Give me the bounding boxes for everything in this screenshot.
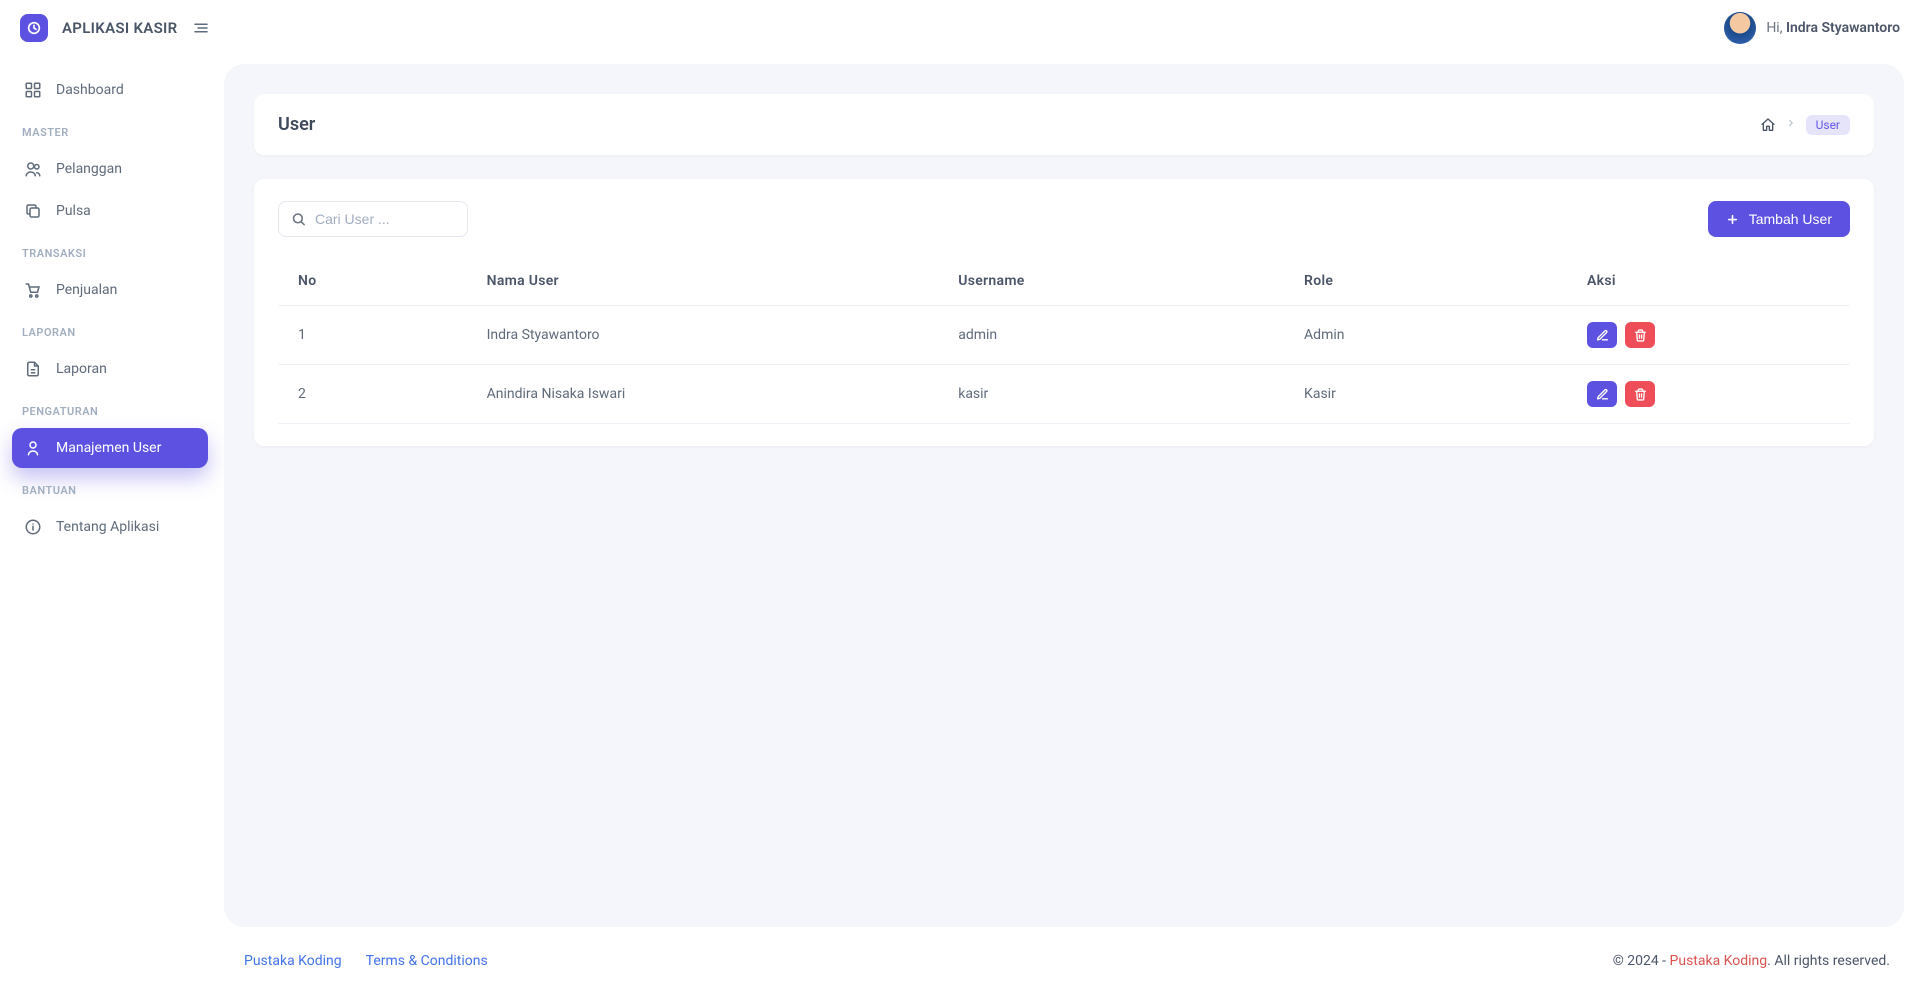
info-icon — [24, 518, 42, 536]
sidebar-item-tentang[interactable]: Tentang Aplikasi — [12, 507, 208, 547]
page-title: User — [278, 114, 315, 135]
copy-icon — [24, 202, 42, 220]
add-user-button-label: Tambah User — [1749, 211, 1832, 227]
sidebar-section-transaksi: TRANSAKSI — [12, 233, 208, 268]
table-header-nama: Nama User — [467, 257, 939, 306]
cell-username: admin — [938, 306, 1284, 365]
plus-icon — [1726, 213, 1739, 226]
sidebar-item-penjualan[interactable]: Penjualan — [12, 270, 208, 310]
cell-role: Kasir — [1284, 365, 1567, 424]
search-icon — [291, 212, 306, 227]
sidebar-item-label: Penjualan — [56, 282, 117, 298]
user-greeting: Hi, Indra Styawantoro — [1766, 20, 1900, 36]
home-icon[interactable] — [1760, 117, 1776, 133]
edit-button[interactable] — [1587, 322, 1617, 348]
delete-button[interactable] — [1625, 322, 1655, 348]
cell-no: 1 — [278, 306, 467, 365]
footer-link-pustaka[interactable]: Pustaka Koding — [244, 953, 342, 969]
sidebar-section-master: MASTER — [12, 112, 208, 147]
sidebar-section-pengaturan: PENGATURAN — [12, 391, 208, 426]
table-header-no: No — [278, 257, 467, 306]
sidebar-item-label: Manajemen User — [56, 440, 161, 456]
cell-nama: Indra Styawantoro — [467, 306, 939, 365]
sidebar-item-laporan[interactable]: Laporan — [12, 349, 208, 389]
add-user-button[interactable]: Tambah User — [1708, 201, 1850, 237]
avatar — [1724, 12, 1756, 44]
sidebar: Dashboard MASTER Pelanggan Pulsa TRANSAK… — [0, 56, 220, 935]
sidebar-item-label: Pelanggan — [56, 161, 122, 177]
table-header-role: Role — [1284, 257, 1567, 306]
delete-button[interactable] — [1625, 381, 1655, 407]
app-logo — [20, 14, 48, 42]
file-icon — [24, 360, 42, 378]
footer-link-terms[interactable]: Terms & Conditions — [366, 953, 488, 969]
sidebar-section-bantuan: BANTUAN — [12, 470, 208, 505]
footer: Pustaka Koding Terms & Conditions © 2024… — [0, 935, 1920, 987]
user-icon — [24, 439, 42, 457]
app-title: APLIKASI KASIR — [62, 19, 178, 37]
sidebar-item-manajemen-user[interactable]: Manajemen User — [12, 428, 208, 468]
sidebar-item-dashboard[interactable]: Dashboard — [12, 70, 208, 110]
breadcrumb-current: User — [1806, 115, 1850, 135]
sidebar-item-pulsa[interactable]: Pulsa — [12, 191, 208, 231]
cell-username: kasir — [938, 365, 1284, 424]
footer-copyright: © 2024 - Pustaka Koding. All rights rese… — [1613, 953, 1890, 969]
cell-no: 2 — [278, 365, 467, 424]
sidebar-item-label: Tentang Aplikasi — [56, 519, 159, 535]
user-table: No Nama User Username Role Aksi 1 Indra … — [278, 257, 1850, 424]
breadcrumb: User — [1760, 115, 1850, 135]
cell-role: Admin — [1284, 306, 1567, 365]
sidebar-item-label: Laporan — [56, 361, 107, 377]
cell-nama: Anindira Nisaka Iswari — [467, 365, 939, 424]
chevron-right-icon — [1786, 118, 1796, 131]
search-input[interactable] — [278, 201, 468, 237]
main-content: User User — [224, 64, 1904, 927]
user-menu[interactable]: Hi, Indra Styawantoro — [1724, 12, 1900, 44]
table-row: 1 Indra Styawantoro admin Admin — [278, 306, 1850, 365]
sidebar-item-label: Dashboard — [56, 82, 124, 98]
cart-icon — [24, 281, 42, 299]
edit-button[interactable] — [1587, 381, 1617, 407]
table-header-aksi: Aksi — [1567, 257, 1850, 306]
table-row: 2 Anindira Nisaka Iswari kasir Kasir — [278, 365, 1850, 424]
sidebar-item-label: Pulsa — [56, 203, 91, 219]
sidebar-item-pelanggan[interactable]: Pelanggan — [12, 149, 208, 189]
table-header-username: Username — [938, 257, 1284, 306]
sidebar-section-laporan: LAPORAN — [12, 312, 208, 347]
menu-toggle[interactable] — [192, 19, 210, 37]
users-icon — [24, 160, 42, 178]
dashboard-icon — [24, 81, 42, 99]
